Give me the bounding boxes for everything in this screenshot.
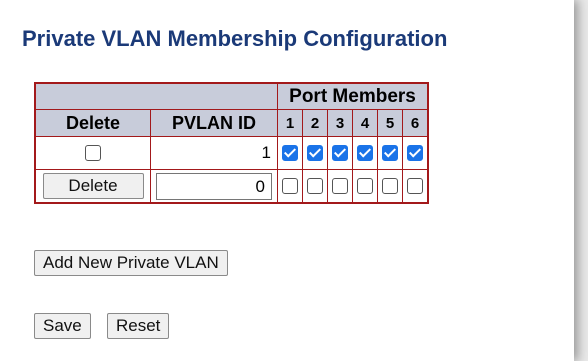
page-title: Private VLAN Membership Configuration (22, 26, 448, 51)
pvlan-membership-table: Port Members Delete PVLAN ID 1 2 3 4 5 6 (34, 82, 429, 204)
header-spacer (34, 82, 278, 110)
reset-button[interactable]: Reset (107, 313, 170, 339)
delete-row-button[interactable]: Delete (42, 173, 144, 199)
port-cell (377, 169, 403, 204)
save-button[interactable]: Save (34, 313, 91, 339)
delete-cell: Delete (34, 169, 151, 204)
port-cell (352, 169, 378, 204)
port-4-checkbox[interactable] (357, 144, 373, 161)
port-2-checkbox[interactable] (307, 144, 323, 161)
pvlan-id-input[interactable]: 0 (156, 172, 272, 200)
delete-checkbox[interactable] (85, 144, 101, 161)
port-members-header: Port Members (277, 82, 429, 110)
add-new-private-vlan-button[interactable]: Add New Private VLAN (34, 250, 228, 276)
content-area: Private VLAN Membership Configuration Po… (22, 26, 562, 339)
port-5-checkbox[interactable] (382, 144, 398, 161)
port-6-checkbox[interactable] (407, 144, 423, 161)
port-cell (327, 169, 353, 204)
table-row-new: Delete 0 (34, 169, 429, 204)
pvlan-id-column-header: PVLAN ID (150, 109, 278, 137)
delete-column-header: Delete (34, 109, 151, 137)
header-row-group: Port Members (34, 82, 429, 110)
port-6-checkbox[interactable] (407, 177, 423, 194)
port-2-checkbox[interactable] (307, 177, 323, 194)
port-cell (277, 169, 303, 204)
port-cell (277, 136, 303, 170)
port-6-header: 6 (402, 109, 429, 137)
port-4-header: 4 (352, 109, 378, 137)
port-cell (377, 136, 403, 170)
table-row: 1 (34, 136, 429, 170)
port-1-checkbox[interactable] (282, 144, 298, 161)
port-3-header: 3 (327, 109, 353, 137)
port-cell (302, 136, 328, 170)
port-1-checkbox[interactable] (282, 177, 298, 194)
port-5-header: 5 (377, 109, 403, 137)
page-frame: Private VLAN Membership Configuration Po… (0, 0, 574, 361)
delete-cell (34, 136, 151, 170)
port-5-checkbox[interactable] (382, 177, 398, 194)
header-row-columns: Delete PVLAN ID 1 2 3 4 5 6 (34, 109, 429, 137)
port-cell (402, 136, 429, 170)
port-cell (327, 136, 353, 170)
port-1-header: 1 (277, 109, 303, 137)
port-3-checkbox[interactable] (332, 144, 348, 161)
port-cell (352, 136, 378, 170)
port-cell (402, 169, 429, 204)
port-4-checkbox[interactable] (357, 177, 373, 194)
pvlan-id-cell: 0 (150, 169, 278, 204)
port-3-checkbox[interactable] (332, 177, 348, 194)
port-cell (302, 169, 328, 204)
port-2-header: 2 (302, 109, 328, 137)
pvlan-id-value: 1 (150, 136, 278, 170)
